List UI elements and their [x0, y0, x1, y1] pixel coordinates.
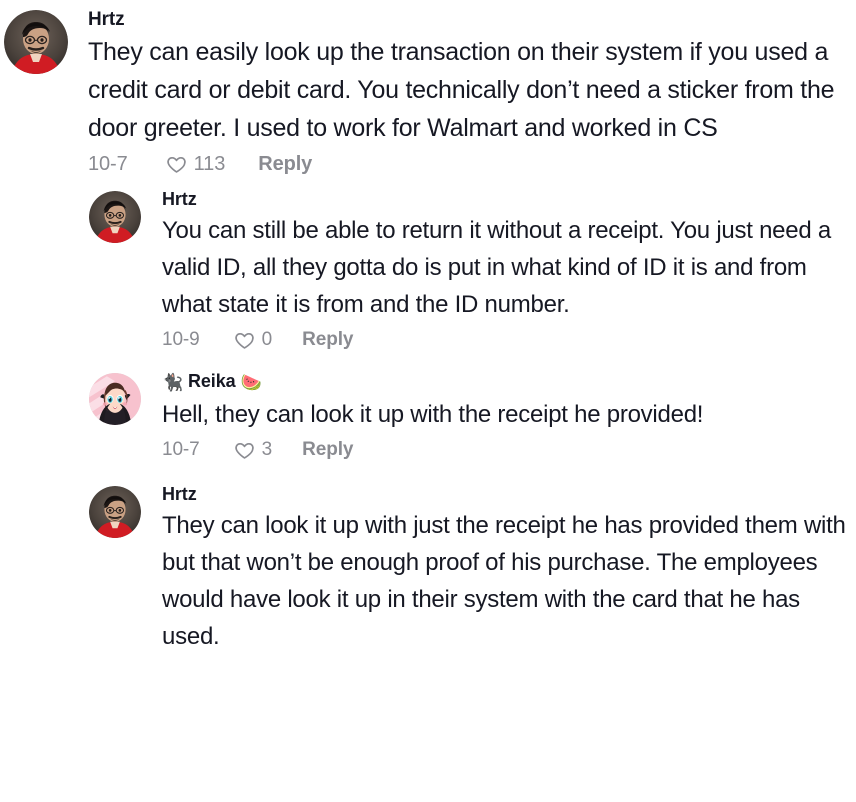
comment-item: Hrtz They can look it up with just the r…	[0, 483, 856, 655]
comment-thread: Hrtz They can easily look up the transac…	[0, 0, 856, 802]
cat-emoji: 🐈‍⬛	[162, 373, 184, 393]
like-count: 3	[261, 439, 273, 460]
username-text: Reika	[187, 371, 236, 391]
like-button[interactable]: 3	[234, 436, 272, 464]
username-text: Hrtz	[162, 189, 197, 209]
comment-date: 10-7	[162, 439, 200, 460]
comment-date: 10-7	[88, 153, 128, 175]
comment-body: 🐈‍⬛ Reika 🍉 Hell, they can look it up wi…	[141, 370, 850, 464]
heart-icon	[234, 330, 255, 351]
reply-button[interactable]: Reply	[258, 150, 312, 178]
comment-meta: 10-7 113 Reply	[88, 150, 850, 178]
avatar[interactable]	[89, 373, 141, 425]
like-button[interactable]: 113	[166, 150, 226, 178]
comment-body: Hrtz They can look it up with just the r…	[141, 483, 850, 655]
avatar[interactable]	[89, 191, 141, 243]
avatar[interactable]	[4, 10, 68, 74]
comment-text: They can look it up with just the receip…	[162, 512, 846, 650]
comment-text: They can easily look up the transaction …	[88, 38, 835, 142]
comment-body: Hrtz You can still be able to return it …	[141, 188, 850, 354]
like-count: 0	[261, 329, 273, 350]
comment-username[interactable]: Hrtz	[162, 483, 850, 506]
comment-meta: 10-9 0 Reply	[162, 326, 850, 354]
reply-button[interactable]: Reply	[302, 326, 353, 354]
comment-item: Hrtz You can still be able to return it …	[0, 188, 856, 354]
comment-item: Hrtz They can easily look up the transac…	[0, 0, 856, 178]
avatar[interactable]	[89, 486, 141, 538]
reply-button[interactable]: Reply	[302, 436, 353, 464]
username-text: Hrtz	[162, 484, 197, 504]
heart-icon	[166, 154, 187, 175]
like-button[interactable]: 0	[234, 326, 272, 354]
comment-username[interactable]: 🐈‍⬛ Reika 🍉	[162, 370, 850, 395]
comment-meta: 10-7 3 Reply	[162, 436, 850, 464]
watermelon-emoji: 🍉	[240, 373, 262, 393]
comment-username[interactable]: Hrtz	[162, 188, 850, 211]
comment-text: You can still be able to return it witho…	[162, 217, 831, 318]
comment-text: Hell, they can look it up with the recei…	[162, 401, 704, 428]
like-count: 113	[193, 153, 226, 175]
comment-item: 🐈‍⬛ Reika 🍉 Hell, they can look it up wi…	[0, 370, 856, 464]
username-text: Hrtz	[88, 9, 125, 30]
heart-icon	[234, 440, 255, 461]
comment-username[interactable]: Hrtz	[88, 8, 850, 32]
comment-date: 10-9	[162, 329, 200, 350]
comment-body: Hrtz They can easily look up the transac…	[68, 8, 850, 178]
